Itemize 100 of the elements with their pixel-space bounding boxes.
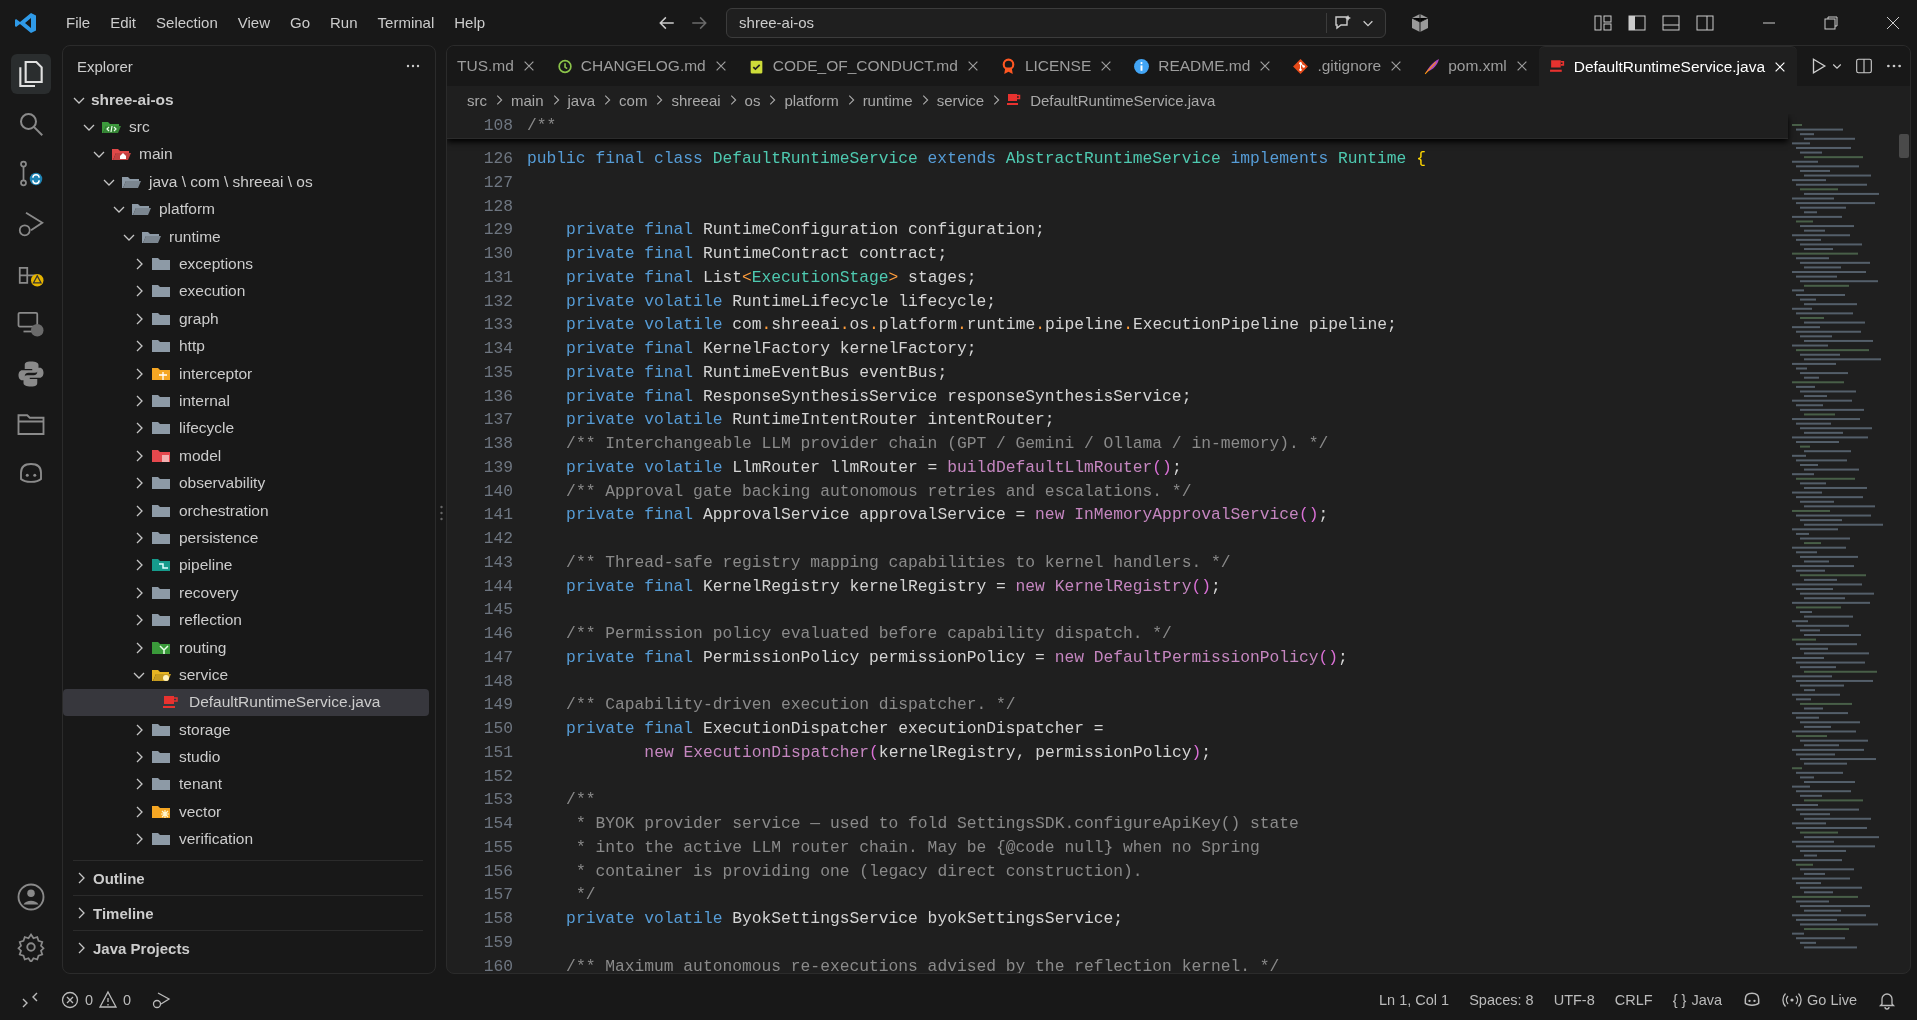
search-field[interactable]: shree-ai-os (737, 13, 1321, 32)
folder-entry[interactable]: orchestration (179, 501, 269, 520)
breadcrumb-item[interactable]: platform (782, 91, 841, 109)
menu-item[interactable]: Selection (146, 10, 228, 35)
editor-tab[interactable]: DefaultRuntimeService.java (1538, 46, 1797, 86)
secondary-sidebar-icon[interactable] (1695, 12, 1715, 33)
line-number: 157 (482, 885, 514, 905)
scrollbar-thumb[interactable] (1899, 134, 1909, 158)
folder-entry[interactable]: interceptor (179, 364, 253, 383)
folder-entry[interactable]: studio (179, 748, 221, 767)
remote-icon[interactable] (20, 990, 40, 1010)
status-item[interactable]: CRLF (1604, 992, 1663, 1008)
folder-entry[interactable]: execution (179, 282, 246, 301)
layout-icon[interactable] (1593, 12, 1613, 33)
workspace-root-item[interactable]: shree-ai-os (91, 90, 174, 109)
folder-entry[interactable]: verification (179, 830, 254, 849)
section-header[interactable]: Java Projects (93, 939, 190, 957)
breadcrumb-item[interactable]: service (934, 91, 987, 109)
folder-entry[interactable]: graph (179, 309, 219, 328)
breadcrumb-item[interactable]: java (565, 91, 598, 109)
line-number: 132 (482, 291, 514, 311)
section-header[interactable]: Outline (93, 869, 145, 887)
account-icon[interactable] (16, 882, 46, 912)
menu-item[interactable]: Go (280, 10, 320, 35)
folder-entry[interactable]: routing (179, 638, 227, 657)
line-number: 108 (482, 116, 514, 136)
line-number: 137 (482, 410, 514, 430)
bell-icon[interactable] (1877, 990, 1897, 1010)
folder-entry[interactable]: platform (159, 200, 215, 219)
folder-entry[interactable]: observability (179, 474, 266, 493)
breadcrumb-item[interactable]: DefaultRuntimeService.java (1028, 91, 1218, 109)
editor-tab[interactable]: .gitignore (1282, 46, 1414, 86)
code-line: private final ExecutionDispatcher executionDispatcher = (565, 719, 1104, 739)
folder-icon (151, 475, 171, 492)
code-line: * into the active LLM router chain. May be {@code null} when no Spring (574, 837, 1260, 857)
menu-item[interactable]: View (227, 10, 280, 35)
folder-icon (151, 584, 171, 601)
folder-entry[interactable]: exceptions (179, 255, 254, 274)
code-line: private final KernelFactory kernelFactory; (565, 339, 977, 359)
folder-entry[interactable]: pipeline (179, 556, 233, 575)
remote-explorer-icon[interactable] (16, 309, 46, 339)
folder-entry[interactable]: http (179, 337, 205, 356)
coffee-cup-icon (1548, 58, 1566, 75)
section-header[interactable]: Timeline (93, 904, 154, 922)
menu-item[interactable]: File (56, 10, 101, 35)
folder-entry[interactable]: lifecycle (179, 419, 235, 438)
problems-status[interactable]: 0 0 (50, 990, 142, 1010)
line-number: 128 (482, 196, 514, 216)
split-editor-icon[interactable] (1855, 57, 1873, 75)
menu-item[interactable]: Edit (100, 10, 147, 35)
language-mode[interactable]: Java (1691, 992, 1722, 1008)
breadcrumb-item[interactable]: runtime (860, 91, 915, 109)
python-icon[interactable] (16, 359, 46, 389)
resize-handle-icon[interactable] (439, 504, 443, 521)
go-live-button[interactable]: Go Live (1772, 990, 1867, 1010)
line-number: 141 (482, 505, 514, 525)
breadcrumb-item[interactable]: shreeai (669, 91, 723, 109)
folder-entry[interactable]: java \ com \ shreeai \ os (149, 172, 313, 191)
folder-entry[interactable]: internal (179, 392, 230, 410)
breadcrumb-item[interactable]: main (509, 91, 546, 109)
folder-entry[interactable]: runtime (169, 227, 221, 246)
command-center[interactable]: shree-ai-os (726, 7, 1387, 38)
folder-icon (151, 721, 171, 738)
status-item[interactable]: Spaces: 8 (1459, 992, 1544, 1008)
code-line: private final RuntimeEventBus eventBus; (565, 362, 948, 382)
menu-item[interactable]: Help (444, 10, 496, 35)
code-line: private final RuntimeConfiguration configuration; (565, 220, 1045, 240)
editor-tab[interactable]: pom.xml (1413, 46, 1539, 86)
editor-tab[interactable]: LICENSE (989, 46, 1124, 86)
status-item[interactable]: Ln 1, Col 1 (1369, 992, 1460, 1008)
line-number: 143 (482, 552, 514, 572)
status-item[interactable]: UTF-8 (1543, 992, 1605, 1008)
breadcrumb-item[interactable]: src (465, 91, 489, 109)
primary-sidebar-icon[interactable] (1627, 12, 1647, 33)
folder-entry[interactable]: vector (179, 802, 222, 821)
folder-entry[interactable]: service (179, 665, 229, 684)
files-icon[interactable] (11, 54, 51, 94)
folder-entry[interactable]: storage (179, 720, 231, 739)
folder-icon (151, 639, 171, 656)
settings-icon[interactable] (16, 932, 46, 962)
menu-item[interactable]: Run (320, 10, 368, 35)
editor-tab[interactable]: TUS.md (447, 46, 546, 86)
folder-entry[interactable]: tenant (179, 775, 223, 794)
editor-tab[interactable]: CHANGELOG.md (545, 46, 738, 86)
editor-tab[interactable]: CODE_OF_CONDUCT.md (737, 46, 990, 86)
cube-icon[interactable] (1410, 12, 1431, 33)
breadcrumb-item[interactable]: os (742, 91, 763, 109)
folder-entry[interactable]: recovery (179, 583, 239, 602)
app-logo-icon (14, 10, 38, 35)
folder-entry[interactable]: model (179, 446, 222, 465)
folder-entry[interactable]: src (129, 118, 150, 137)
folder-entry[interactable]: reflection (179, 611, 242, 630)
folder-entry[interactable]: main (139, 145, 173, 164)
folder-entry[interactable]: persistence (179, 528, 259, 547)
menu-item[interactable]: Terminal (367, 10, 445, 35)
code-line: * container is providing one (legacy direct construction). (574, 861, 1143, 881)
breadcrumb-item[interactable]: com (617, 91, 650, 109)
panel-icon[interactable] (1661, 12, 1681, 33)
error-icon (60, 990, 80, 1010)
editor-tab[interactable]: README.md (1123, 46, 1283, 86)
